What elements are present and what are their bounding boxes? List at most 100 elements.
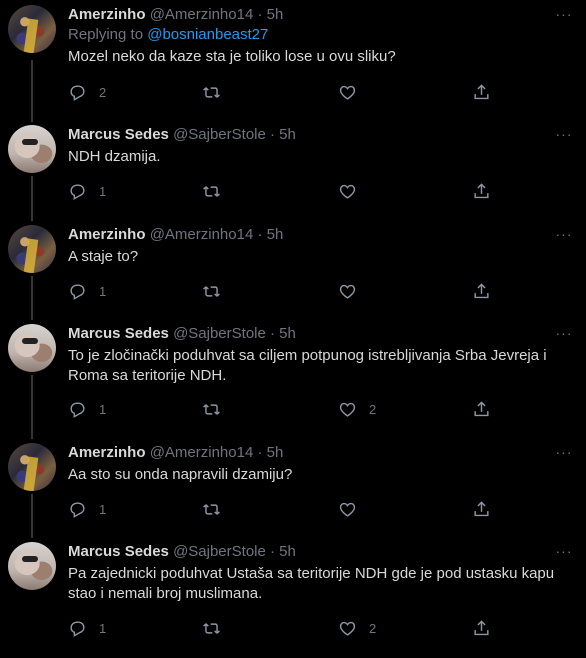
- timestamp[interactable]: · 5h: [257, 444, 283, 461]
- like-button[interactable]: [338, 497, 369, 521]
- tweet-text: To je zločinački poduhvat sa ciljem potp…: [68, 347, 547, 384]
- tweet[interactable]: ··· Marcus Sedes @SajberStole · 5h NDH d…: [0, 120, 586, 210]
- share-icon: [474, 182, 489, 198]
- avatar[interactable]: [8, 225, 56, 273]
- retweet-button[interactable]: [202, 397, 221, 421]
- handle[interactable]: @Amerzinho14: [150, 444, 254, 461]
- replying-to: Replying to @bosnianbeast27: [68, 25, 574, 45]
- timestamp[interactable]: · 5h: [257, 6, 283, 23]
- like-button[interactable]: [338, 279, 369, 303]
- share-button[interactable]: [472, 616, 491, 640]
- handle[interactable]: @SajberStole: [173, 325, 266, 342]
- display-name[interactable]: Amerzinho: [68, 444, 146, 461]
- handle[interactable]: @SajberStole: [173, 126, 266, 143]
- heart-icon: [339, 502, 356, 517]
- display-name[interactable]: Amerzinho: [68, 6, 146, 23]
- retweet-button[interactable]: [202, 279, 221, 303]
- tweet-thread: ··· Amerzinho @Amerzinho14 · 5h Replying…: [0, 0, 586, 658]
- tweet[interactable]: ··· Amerzinho @Amerzinho14 · 5h A staje …: [0, 220, 586, 310]
- share-icon: [474, 83, 489, 99]
- share-icon: [474, 619, 489, 635]
- reply-button[interactable]: 2: [68, 80, 106, 104]
- like-button[interactable]: 2: [338, 616, 376, 640]
- reply-button[interactable]: 1: [68, 616, 106, 640]
- retweet-button[interactable]: [202, 616, 221, 640]
- tweet-text: Aa sto su onda napravili dzamiju?: [68, 466, 293, 483]
- timestamp[interactable]: · 5h: [270, 543, 296, 560]
- like-count: 2: [369, 401, 377, 417]
- like-button[interactable]: 2: [338, 397, 376, 421]
- share-icon: [474, 400, 489, 416]
- reply-icon: [70, 620, 85, 637]
- share-button[interactable]: [472, 497, 491, 521]
- replying-to-link[interactable]: @bosnianbeast27: [147, 26, 268, 43]
- tweet[interactable]: ··· Amerzinho @Amerzinho14 · 5h Replying…: [0, 0, 586, 112]
- reply-icon: [70, 401, 85, 418]
- tweet-text: A staje to?: [68, 248, 139, 265]
- like-button[interactable]: [338, 80, 369, 104]
- like-count: 2: [369, 620, 377, 636]
- timestamp[interactable]: · 5h: [257, 226, 283, 243]
- tweet[interactable]: ··· Marcus Sedes @SajberStole · 5h To je…: [0, 319, 586, 429]
- reply-count: 1: [99, 401, 107, 417]
- tweet-actions: 1: [68, 497, 508, 521]
- reply-button[interactable]: 1: [68, 497, 106, 521]
- retweet-button[interactable]: [202, 80, 221, 104]
- retweet-icon: [203, 403, 220, 415]
- heart-icon: [339, 402, 356, 417]
- retweet-button[interactable]: [202, 179, 221, 203]
- tweet-actions: 1 2: [68, 616, 508, 640]
- heart-icon: [339, 284, 356, 299]
- avatar[interactable]: [8, 5, 56, 53]
- tweet-text: Mozel neko da kaze sta je toliko lose u …: [68, 48, 396, 65]
- display-name[interactable]: Marcus Sedes: [68, 543, 169, 560]
- tweet-text: Pa zajednicki poduhvat Ustaša sa teritor…: [68, 565, 555, 602]
- reply-icon: [70, 183, 85, 200]
- retweet-icon: [203, 185, 220, 197]
- tweet-actions: 1: [68, 179, 508, 203]
- reply-icon: [70, 501, 85, 518]
- reply-icon: [70, 283, 85, 300]
- heart-icon: [339, 85, 356, 100]
- display-name[interactable]: Marcus Sedes: [68, 126, 169, 143]
- retweet-icon: [203, 86, 220, 98]
- share-button[interactable]: [472, 80, 491, 104]
- avatar[interactable]: [8, 125, 56, 173]
- reply-icon: [70, 84, 85, 101]
- share-icon: [474, 500, 489, 516]
- tweet-text: NDH dzamija.: [68, 148, 161, 165]
- share-button[interactable]: [472, 397, 491, 421]
- share-button[interactable]: [472, 279, 491, 303]
- reply-count: 1: [99, 620, 107, 636]
- tweet-actions: 1: [68, 279, 508, 303]
- timestamp[interactable]: · 5h: [270, 325, 296, 342]
- reply-button[interactable]: 1: [68, 279, 106, 303]
- retweet-icon: [203, 285, 220, 297]
- avatar[interactable]: [8, 443, 56, 491]
- heart-icon: [339, 621, 356, 636]
- handle[interactable]: @Amerzinho14: [150, 6, 254, 23]
- tweet-actions: 2: [68, 80, 508, 104]
- display-name[interactable]: Amerzinho: [68, 226, 146, 243]
- display-name[interactable]: Marcus Sedes: [68, 325, 169, 342]
- reply-count: 1: [99, 283, 107, 299]
- tweet[interactable]: ··· Marcus Sedes @SajberStole · 5h Pa za…: [0, 537, 586, 655]
- handle[interactable]: @Amerzinho14: [150, 226, 254, 243]
- reply-count: 1: [99, 183, 107, 199]
- share-icon: [474, 282, 489, 298]
- reply-button[interactable]: 1: [68, 179, 106, 203]
- retweet-button[interactable]: [202, 497, 221, 521]
- tweet[interactable]: ··· Amerzinho @Amerzinho14 · 5h Aa sto s…: [0, 438, 586, 528]
- handle[interactable]: @SajberStole: [173, 543, 266, 560]
- timestamp[interactable]: · 5h: [270, 126, 296, 143]
- replying-prefix: Replying to: [68, 26, 144, 43]
- reply-count: 1: [99, 501, 107, 517]
- retweet-icon: [203, 503, 220, 515]
- reply-button[interactable]: 1: [68, 397, 106, 421]
- retweet-icon: [203, 622, 220, 634]
- share-button[interactable]: [472, 179, 491, 203]
- tweet-actions: 1 2: [68, 397, 508, 421]
- like-button[interactable]: [338, 179, 369, 203]
- avatar[interactable]: [8, 324, 56, 372]
- avatar[interactable]: [8, 542, 56, 590]
